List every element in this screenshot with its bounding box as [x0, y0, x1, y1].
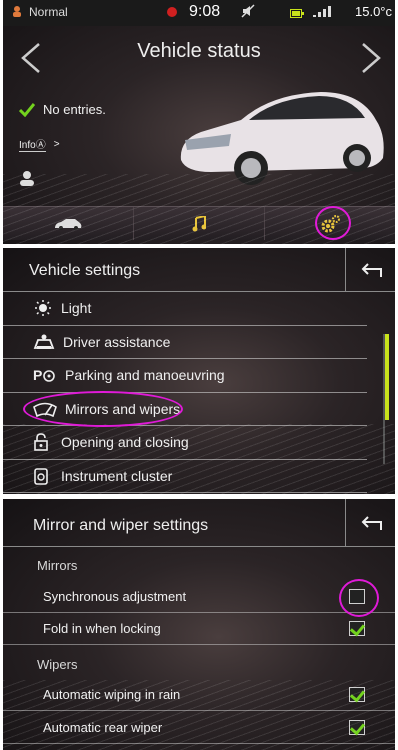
item-label: Mirrors and wipers — [65, 400, 181, 417]
mute-icon — [241, 4, 255, 21]
setting-row-fold-in-when-locking[interactable]: Fold in when locking — [3, 613, 395, 645]
parking-icon: P — [33, 367, 55, 383]
tab-vehicle[interactable] — [3, 207, 134, 240]
item-label: Driver assistance — [63, 333, 171, 350]
checkbox-automatic-wiping-in-rain[interactable] — [349, 687, 365, 702]
list-item-driver-assistance[interactable]: Driver assistance — [3, 326, 367, 359]
setting-label: Automatic wiping in rain — [43, 687, 181, 702]
settings-gear-icon — [321, 214, 340, 232]
list-item-light[interactable]: Light — [3, 292, 367, 326]
lock-icon — [34, 433, 48, 452]
scrollbar-thumb[interactable] — [385, 334, 389, 420]
car-tab-icon — [55, 218, 82, 230]
light-icon — [35, 300, 51, 317]
profile-icon — [11, 5, 23, 20]
checkbox-automatic-rear-wiper[interactable] — [349, 720, 365, 735]
tab-settings[interactable] — [265, 207, 395, 240]
music-tab-icon — [192, 215, 206, 231]
back-arrow-icon — [361, 516, 382, 530]
mirror-wiper-settings-screen: Mirror and wiper settings Mirrors Synchr… — [3, 499, 395, 750]
driver-assistance-icon — [33, 334, 55, 349]
list-item-instrument-cluster[interactable]: Instrument cluster — [3, 460, 367, 493]
item-label: Opening and closing — [61, 434, 189, 451]
header: Vehicle settings — [3, 248, 395, 292]
checkmark-icon — [19, 102, 35, 117]
outside-temperature: 15.0°c — [355, 4, 393, 19]
no-entries-text: No entries. — [43, 102, 106, 117]
item-label: Parking and manoeuvring — [65, 367, 225, 384]
back-arrow-icon — [361, 263, 382, 277]
setting-row-synchronous-adjustment[interactable]: Synchronous adjustment — [3, 581, 395, 613]
checkbox-fold-in-when-locking[interactable] — [349, 621, 365, 636]
car-image — [180, 92, 384, 185]
chevron-right-icon: > — [53, 138, 60, 150]
list-item-mirrors-wipers[interactable]: Mirrors and wipers — [3, 393, 367, 426]
section-header-wipers: Wipers — [37, 657, 78, 672]
checkbox-synchronous-adjustment[interactable] — [349, 589, 365, 604]
record-icon — [166, 6, 178, 21]
page-title: Vehicle settings — [29, 262, 141, 279]
back-button[interactable] — [345, 499, 395, 547]
user-icon — [20, 171, 34, 186]
info-button[interactable]: InfoⒶ > — [19, 136, 60, 152]
signal-icon — [313, 6, 333, 20]
list-item-parking[interactable]: P Parking and manoeuvring — [3, 359, 367, 393]
status-message: No entries. — [19, 102, 106, 117]
tab-media[interactable] — [134, 207, 265, 240]
battery-icon — [290, 7, 304, 21]
bottom-tab-bar — [3, 206, 395, 240]
page-title: Mirror and wiper settings — [33, 517, 209, 534]
page-title: Vehicle status — [137, 40, 261, 62]
next-arrow-button[interactable] — [359, 42, 383, 74]
vehicle-settings-screen: Vehicle settings Light Driver assistance… — [3, 248, 395, 494]
setting-row-automatic-rear-wiper[interactable]: Automatic rear wiper — [3, 712, 395, 744]
back-button[interactable] — [345, 248, 395, 292]
setting-label: Fold in when locking — [43, 621, 161, 636]
mirror-wiper-icon — [33, 402, 57, 417]
header: Mirror and wiper settings — [3, 499, 395, 547]
clock: 9:08 — [189, 3, 221, 20]
item-label: Light — [61, 300, 92, 317]
section-header-mirrors: Mirrors — [37, 558, 78, 573]
setting-row-automatic-wiping-in-rain[interactable]: Automatic wiping in rain — [3, 679, 395, 711]
list-item-opening-closing[interactable]: Opening and closing — [3, 426, 367, 460]
setting-label: Automatic rear wiper — [43, 720, 163, 735]
setting-label: Synchronous adjustment — [43, 589, 187, 604]
settings-list: Light Driver assistance P Parking and ma… — [3, 292, 395, 493]
svg-text:P: P — [33, 367, 42, 383]
profile-label: Normal — [29, 5, 68, 19]
user-profile-button[interactable] — [19, 170, 35, 186]
status-bar: Normal 9:08 15.0°c — [3, 0, 395, 26]
instrument-icon — [34, 467, 48, 485]
info-icon: InfoⒶ — [19, 136, 46, 152]
item-label: Instrument cluster — [61, 467, 173, 484]
vehicle-status-screen: Normal 9:08 15.0°c Vehicle status No ent… — [3, 0, 395, 244]
